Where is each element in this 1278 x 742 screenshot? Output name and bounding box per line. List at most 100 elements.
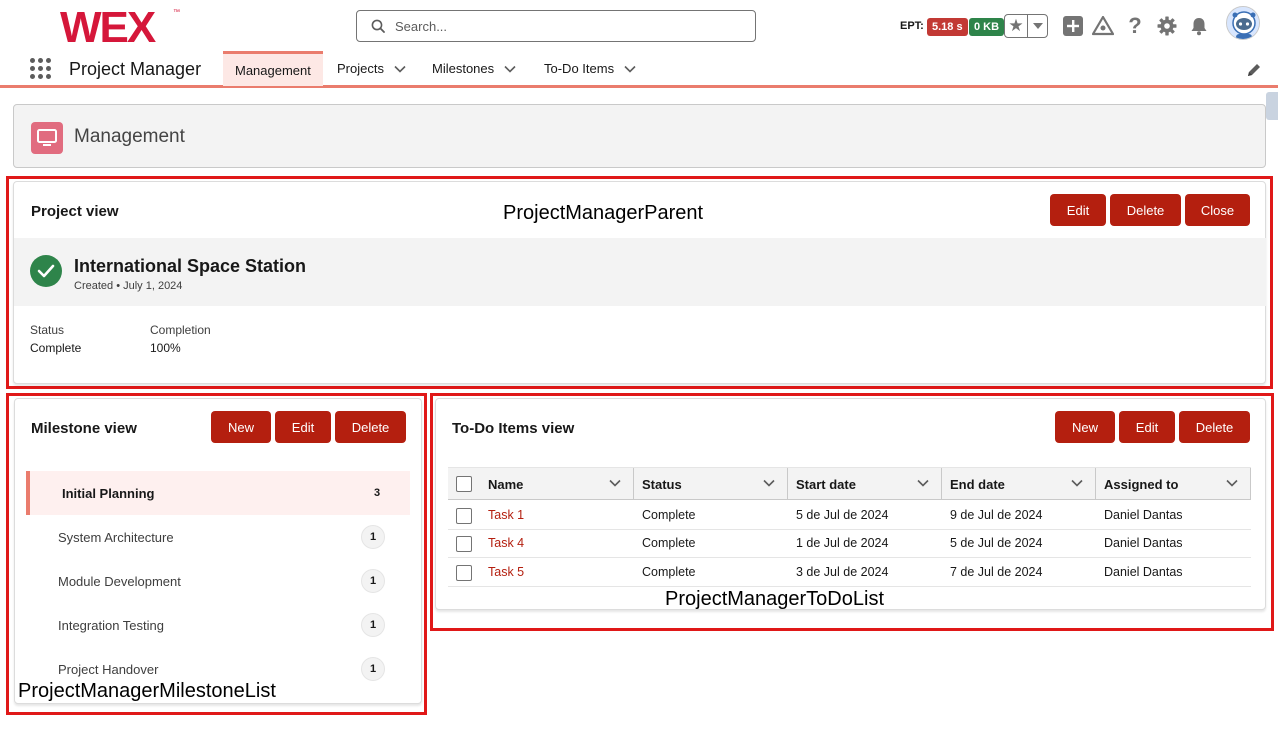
trailhead-icon [1092, 16, 1114, 36]
tab-milestones[interactable]: Milestones [432, 51, 516, 86]
column-header-end-date[interactable]: End date [942, 468, 1096, 500]
status-field-value: Complete [30, 341, 82, 355]
annotation-label-milestones: ProjectManagerMilestoneList [18, 680, 276, 702]
tab-label: Management [235, 62, 311, 78]
project-edit-button[interactable]: Edit [1050, 194, 1106, 226]
tab-label: Milestones [432, 61, 495, 76]
app-navigation-bar: Project Manager Management Projects Mile… [0, 51, 1278, 88]
global-actions-button[interactable] [1062, 15, 1084, 37]
column-header-assigned-to[interactable]: Assigned to [1096, 468, 1251, 500]
task-start-date: 1 de Jul de 2024 [796, 536, 889, 550]
ept-time-badge: 5.18 s [927, 18, 968, 36]
chevron-down-icon[interactable] [394, 65, 406, 73]
todo-edit-button[interactable]: Edit [1119, 411, 1175, 443]
milestone-new-button[interactable]: New [211, 411, 271, 443]
milestone-count-badge: 1 [361, 569, 385, 593]
app-name: Project Manager [69, 59, 202, 79]
status-field-label: Status [30, 323, 65, 337]
tab-label: To-Do Items [544, 61, 615, 76]
table-row: Task 4 Complete 1 de Jul de 2024 5 de Ju… [448, 529, 1251, 558]
project-view-title: Project view [31, 203, 119, 220]
chevron-down-icon[interactable] [1226, 479, 1238, 487]
app-launcher-button[interactable] [30, 58, 52, 80]
task-start-date: 5 de Jul de 2024 [796, 508, 889, 522]
row-checkbox[interactable] [456, 565, 472, 581]
tab-management[interactable]: Management [223, 51, 323, 86]
milestone-edit-button[interactable]: Edit [275, 411, 331, 443]
milestone-name: Initial Planning [62, 485, 155, 501]
milestone-name: Module Development [58, 573, 181, 589]
task-name-link[interactable]: Task 5 [488, 565, 524, 579]
task-end-date: 9 de Jul de 2024 [950, 508, 1043, 522]
favorites-dropdown-button[interactable] [1028, 15, 1047, 37]
select-all-checkbox[interactable] [456, 476, 472, 492]
bell-icon [1191, 18, 1207, 36]
milestone-item[interactable]: System Architecture 1 [26, 515, 410, 559]
chevron-down-icon[interactable] [609, 479, 621, 487]
monitor-icon [37, 129, 57, 146]
question-icon: ? [1128, 13, 1142, 38]
ept-label: EPT: [900, 20, 924, 32]
milestone-name: Integration Testing [58, 617, 164, 633]
ept-size-badge: 0 KB [969, 18, 1005, 36]
milestone-item[interactable]: Initial Planning 3 [26, 471, 410, 515]
table-row: Task 1 Complete 5 de Jul de 2024 9 de Ju… [448, 501, 1251, 530]
milestone-count-badge: 1 [361, 525, 385, 549]
page-header-icon [31, 122, 63, 154]
task-assigned-to: Daniel Dantas [1104, 536, 1183, 550]
astro-avatar-icon [1227, 7, 1259, 39]
setup-button[interactable] [1156, 15, 1178, 37]
task-start-date: 3 de Jul de 2024 [796, 565, 889, 579]
global-search[interactable] [356, 10, 756, 42]
project-created-date: Created • July 1, 2024 [74, 280, 183, 292]
side-panel-toggle[interactable] [1266, 92, 1278, 120]
milestone-count-badge: 1 [361, 657, 385, 681]
star-icon: ★ [1008, 16, 1024, 35]
tab-todo-items[interactable]: To-Do Items [544, 51, 636, 86]
chevron-down-icon[interactable] [917, 479, 929, 487]
help-button[interactable]: ? [1124, 13, 1146, 38]
task-status: Complete [642, 565, 696, 579]
wex-logo[interactable]: WEX ™ [60, 6, 186, 46]
search-input[interactable] [395, 18, 735, 34]
annotation-label-todos: ProjectManagerToDoList [665, 588, 884, 610]
todo-view-title: To-Do Items view [452, 420, 575, 437]
page-header: Management [13, 104, 1266, 168]
task-assigned-to: Daniel Dantas [1104, 508, 1183, 522]
task-assigned-to: Daniel Dantas [1104, 565, 1183, 579]
chevron-down-icon[interactable] [763, 479, 775, 487]
task-name-link[interactable]: Task 4 [488, 536, 524, 550]
edit-nav-pencil-icon[interactable] [1246, 62, 1262, 78]
project-close-button[interactable]: Close [1185, 194, 1250, 226]
milestone-item[interactable]: Integration Testing 1 [26, 603, 410, 647]
row-checkbox[interactable] [456, 536, 472, 552]
task-name-link[interactable]: Task 1 [488, 508, 524, 522]
milestone-count-badge: 3 [373, 487, 381, 499]
project-delete-button[interactable]: Delete [1110, 194, 1181, 226]
chevron-down-icon[interactable] [624, 65, 636, 73]
milestone-item[interactable]: Module Development 1 [26, 559, 410, 603]
trailhead-button[interactable] [1092, 15, 1114, 37]
milestone-delete-button[interactable]: Delete [335, 411, 406, 443]
column-header-status[interactable]: Status [634, 468, 788, 500]
svg-text:™: ™ [173, 9, 180, 16]
todo-new-button[interactable]: New [1055, 411, 1115, 443]
column-header-start-date[interactable]: Start date [788, 468, 942, 500]
milestone-name: System Architecture [58, 529, 174, 545]
todo-delete-button[interactable]: Delete [1179, 411, 1250, 443]
caret-down-icon [1032, 23, 1043, 29]
row-checkbox[interactable] [456, 508, 472, 524]
chevron-down-icon[interactable] [504, 65, 516, 73]
task-end-date: 5 de Jul de 2024 [950, 536, 1043, 550]
chevron-down-icon[interactable] [1071, 479, 1083, 487]
favorite-star-button[interactable]: ★ [1005, 15, 1028, 37]
completion-field-label: Completion [150, 323, 211, 337]
milestone-view-title: Milestone view [31, 420, 137, 437]
task-end-date: 7 de Jul de 2024 [950, 565, 1043, 579]
user-avatar[interactable] [1226, 6, 1260, 40]
task-status: Complete [642, 536, 696, 550]
completion-field-value: 100% [150, 341, 181, 355]
tab-projects[interactable]: Projects [337, 51, 406, 86]
notifications-button[interactable] [1188, 15, 1210, 37]
column-header-name[interactable]: Name [480, 468, 634, 500]
